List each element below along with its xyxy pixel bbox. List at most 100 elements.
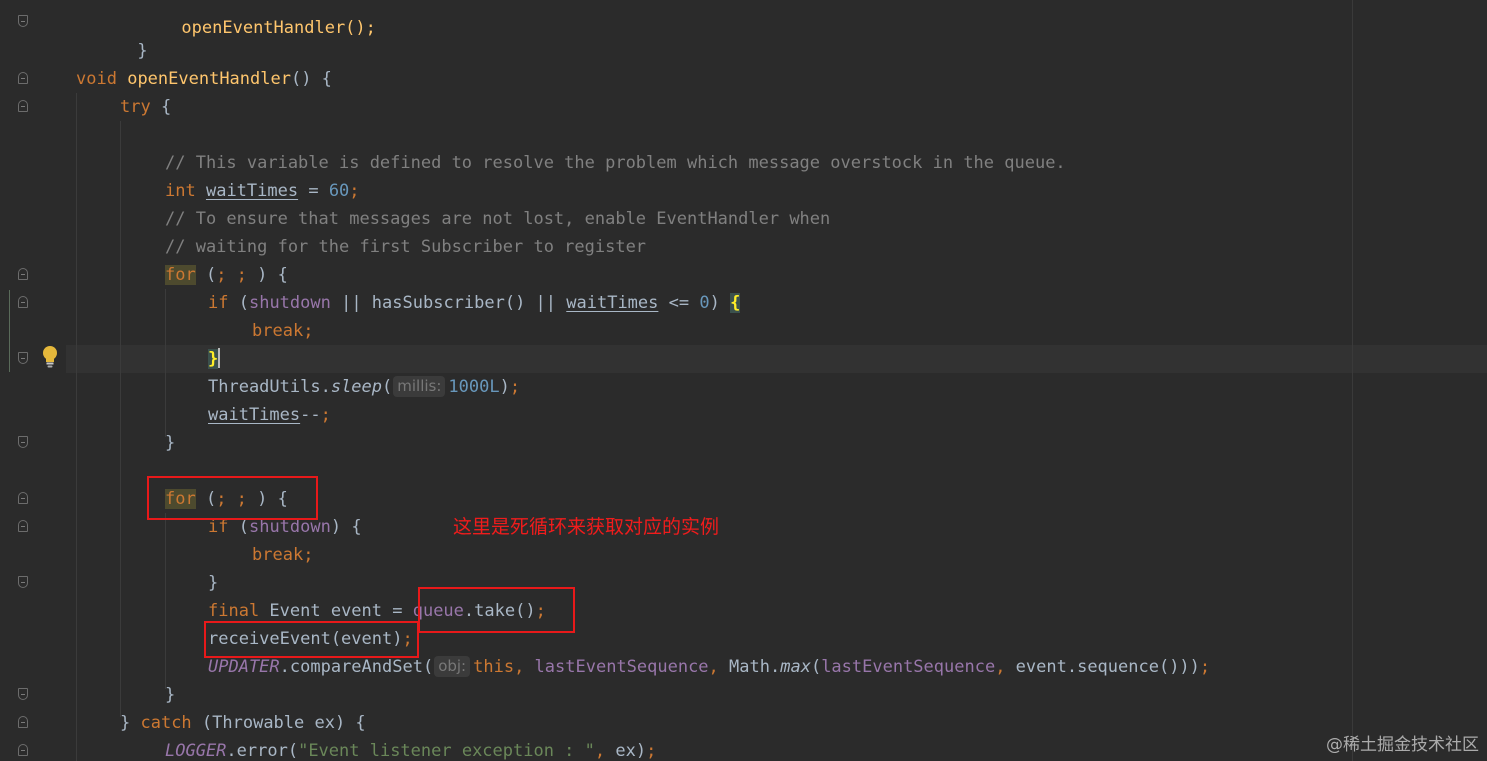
code-line: } <box>165 429 175 457</box>
code-token: || hasSubscriber() || <box>330 293 567 313</box>
code-token: 60 <box>328 181 350 201</box>
code-token: } <box>137 41 148 61</box>
text-caret <box>218 348 221 368</box>
code-token: ( <box>382 377 393 397</box>
code-token: { <box>150 97 172 117</box>
code-token: ; <box>320 405 331 425</box>
code-token: event.sequence())) <box>1015 657 1200 677</box>
code-token: .error( <box>226 741 299 761</box>
code-editor[interactable]: openEventHandler(); } void openEventHand… <box>0 0 1487 761</box>
code-token: , <box>594 741 616 761</box>
code-token: Math. <box>729 657 781 677</box>
code-token: "Event listener exception : " <box>298 741 595 761</box>
code-token: shutdown <box>248 517 331 537</box>
parameter-hint: millis: <box>393 376 446 397</box>
code-line: break; <box>252 317 313 345</box>
code-token: () { <box>290 69 332 89</box>
code-token: ) <box>499 377 510 397</box>
matched-brace: { <box>730 293 741 313</box>
code-token: ; <box>646 741 657 761</box>
code-token: ( <box>810 657 822 677</box>
code-token: waitTimes <box>566 293 659 313</box>
right-margin-guide <box>1352 0 1353 761</box>
method-name: openEventHandler <box>127 69 291 89</box>
code-line: } <box>208 569 218 597</box>
code-line: LOGGER.error("Event listener exception :… <box>165 737 656 761</box>
code-token: ; <box>349 181 360 201</box>
code-token: } <box>120 713 141 733</box>
code-token: LOGGER <box>165 741 227 761</box>
code-token: , <box>995 657 1016 677</box>
parameter-hint: obj: <box>434 656 471 677</box>
code-comment: // waiting for the first Subscriber to r… <box>165 237 647 257</box>
code-token: if <box>208 517 229 537</box>
code-token: (Throwable ex) { <box>191 713 366 733</box>
code-comment: // To ensure that messages are not lost,… <box>165 209 831 229</box>
code-token: waitTimes <box>205 181 299 201</box>
code-line: int waitTimes = 60; <box>165 177 360 205</box>
code-token: UPDATER <box>208 657 280 677</box>
code-line: void openEventHandler() { <box>76 65 332 93</box>
code-token: break <box>252 545 304 565</box>
code-token: final <box>208 601 260 621</box>
code-line: waitTimes--; <box>208 401 331 429</box>
code-line: } catch (Throwable ex) { <box>120 709 366 737</box>
annotation-box-for-loop <box>147 476 318 520</box>
code-token: ) { <box>246 265 288 285</box>
code-line: } <box>208 345 221 373</box>
code-token: 1000L <box>448 377 500 397</box>
code-token: ( <box>228 517 249 537</box>
code-token: ; <box>1199 657 1211 677</box>
code-token: ; <box>303 545 314 565</box>
code-token: 0 <box>699 293 710 313</box>
code-token: for <box>165 265 196 285</box>
annotation-box-queue-take <box>418 587 575 633</box>
code-line: } <box>165 681 175 709</box>
code-token: , <box>514 657 535 677</box>
code-line: if (shutdown || hasSubscriber() || waitT… <box>208 289 741 317</box>
code-token: if <box>208 293 229 313</box>
code-comment: // This variable is defined to resolve t… <box>165 153 1066 173</box>
code-token: lastEventSequence <box>821 657 996 677</box>
watermark: @稀土掘金技术社区 <box>1326 735 1479 755</box>
annotation-box-receive-event <box>204 621 419 658</box>
code-token: ; <box>509 377 521 397</box>
code-line: } <box>76 9 147 61</box>
code-token: = <box>298 181 329 201</box>
code-token: catch <box>140 713 192 733</box>
indent-guide <box>76 93 77 761</box>
matched-brace: } <box>208 349 219 369</box>
code-token: } <box>208 573 219 593</box>
code-token: } <box>165 433 176 453</box>
annotation-text: 这里是死循环来获取对应的实例 <box>453 516 720 538</box>
code-token: ; <box>303 321 314 341</box>
code-token: int <box>165 181 196 201</box>
indent-guide <box>120 121 121 717</box>
code-token: Event event = <box>259 601 413 621</box>
code-token: } <box>165 685 176 705</box>
code-line: try { <box>120 93 171 121</box>
code-token: break <box>252 321 304 341</box>
code-token: ) { <box>330 517 362 537</box>
code-token: .compareAndSet( <box>279 657 434 677</box>
code-token: waitTimes <box>208 405 301 425</box>
code-token: ThreadUtils. <box>208 377 331 397</box>
code-token: lastEventSequence <box>534 657 709 677</box>
code-token: ( <box>195 265 217 285</box>
indent-guide <box>165 513 166 689</box>
code-token: ex) <box>615 741 647 761</box>
code-line: for (; ; ) { <box>165 261 288 289</box>
code-token: ( <box>228 293 249 313</box>
code-token: sleep <box>330 377 383 397</box>
code-token: ; ; <box>216 265 247 285</box>
code-area[interactable]: openEventHandler(); } void openEventHand… <box>0 0 1487 761</box>
code-line: openEventHandler(); <box>120 0 375 38</box>
code-token: shutdown <box>248 293 331 313</box>
code-token: void <box>76 69 117 89</box>
code-token: <= <box>658 293 700 313</box>
current-line-highlight <box>66 345 1487 373</box>
code-token: max <box>780 657 811 677</box>
code-token: -- <box>300 405 321 425</box>
code-token: ) <box>709 293 731 313</box>
code-token: openEventHandler(); <box>181 18 376 38</box>
